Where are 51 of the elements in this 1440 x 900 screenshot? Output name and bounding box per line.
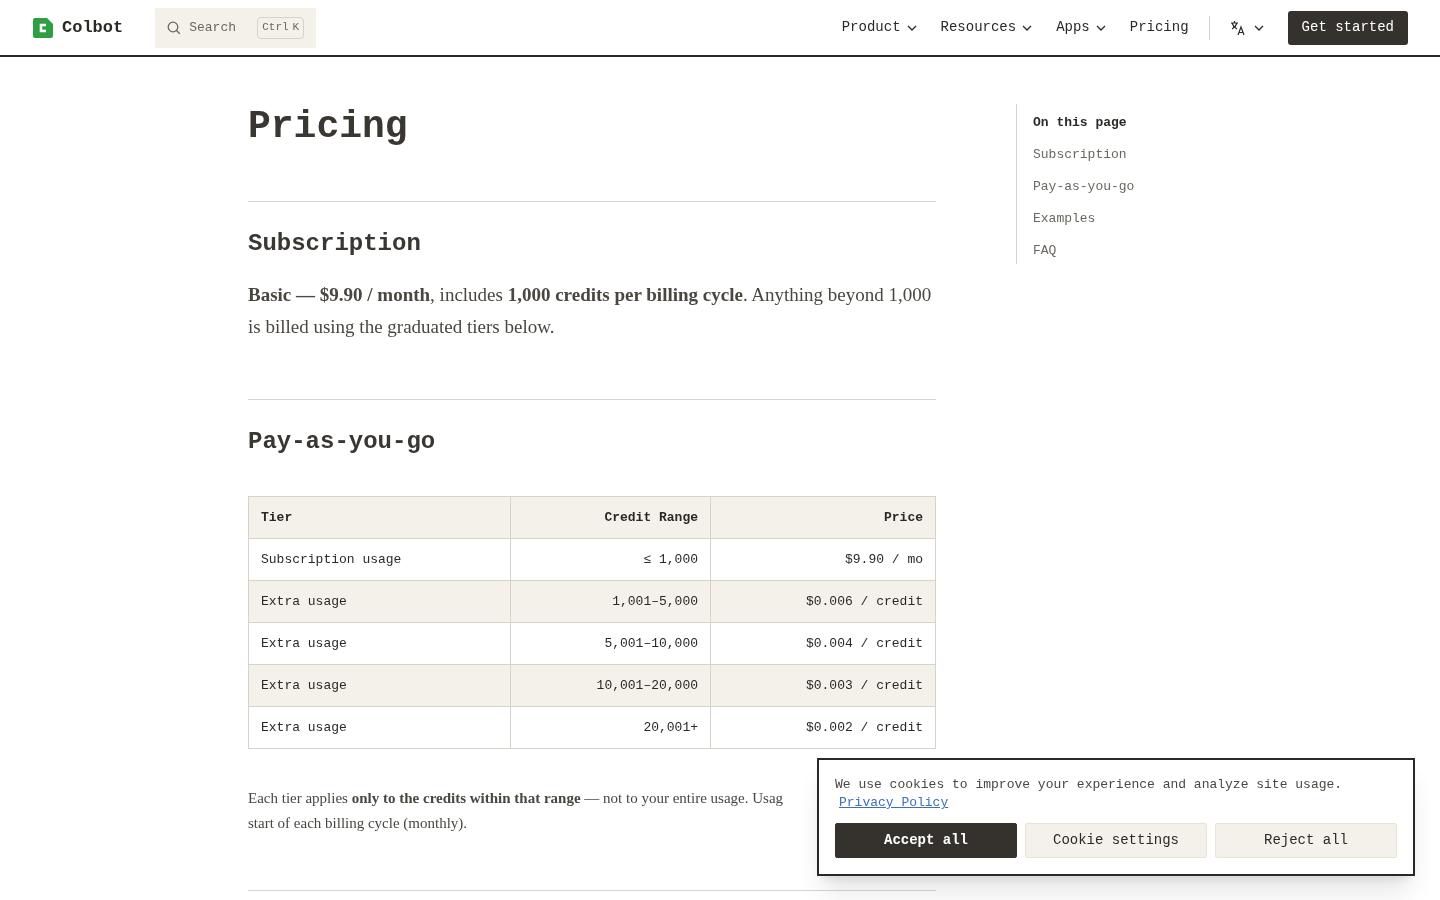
paragraph-line: start of each billing cycle (monthly).: [248, 814, 468, 833]
search-field[interactable]: Search Ctrl K: [155, 7, 317, 48]
table-cell: 10,001–20,000: [510, 664, 711, 707]
paragraph: Basic — $9.90 / month, includes 1,000 credits per billing cycle. Anything beyond 1,000 is billed using the graduated tiers below.: [248, 283, 933, 339]
cookie-message: We use cookies to improve your experience and analyze site usage.: [835, 777, 1343, 792]
table-cell: Extra usage: [248, 706, 511, 749]
column-header: Credit Range: [510, 496, 711, 539]
table-cell: Extra usage: [248, 580, 511, 623]
language-selector[interactable]: [1229, 19, 1264, 36]
table-cell: $0.004 / credit: [710, 622, 936, 665]
toc-link[interactable]: Subscription: [1033, 144, 1127, 166]
column-header: Price: [710, 496, 936, 539]
translate-icon: [1229, 19, 1246, 36]
toc-link[interactable]: FAQ: [1033, 240, 1057, 262]
search-placeholder: Search: [189, 18, 237, 37]
table-cell: $0.006 / credit: [710, 580, 936, 623]
logo-text[interactable]: Colbot: [62, 14, 124, 41]
table-cell: Extra usage: [248, 622, 511, 665]
chevron-down-icon: [1253, 24, 1264, 31]
toc-heading: On this page: [1033, 114, 1128, 132]
table-cell: ≤ 1,000: [510, 538, 711, 581]
cookie-button[interactable]: Reject all: [1215, 823, 1397, 858]
table-cell: $0.002 / credit: [710, 706, 936, 749]
section-heading: Subscription: [248, 229, 422, 259]
cookie-button[interactable]: Accept all: [835, 823, 1017, 858]
logo-icon: [32, 16, 54, 39]
get-started-button[interactable]: Get started: [1287, 10, 1408, 45]
table-cell: $9.90 / mo: [710, 538, 936, 581]
nav-link[interactable]: Product: [841, 17, 917, 38]
cookie-button[interactable]: Cookie settings: [1025, 823, 1207, 858]
privacy-policy-link[interactable]: Privacy Policy: [839, 795, 949, 810]
table-cell: Subscription usage: [248, 538, 511, 581]
nav-link[interactable]: Apps: [1056, 17, 1106, 38]
toc-link[interactable]: Pay-as-you-go: [1033, 176, 1135, 198]
shortcut-hint: Ctrl K: [257, 16, 305, 39]
toc-link[interactable]: Examples: [1033, 208, 1096, 230]
table-cell: 1,001–5,000: [510, 580, 711, 623]
paragraph-line: Each tier applies only to the credits within that range — not to your entire usage. Usag: [248, 789, 784, 808]
chevron-down-icon: [906, 24, 917, 31]
nav-link[interactable]: Pricing: [1129, 17, 1189, 38]
chevron-down-icon: [1022, 24, 1033, 31]
nav-link[interactable]: Resources: [940, 17, 1033, 38]
chevron-down-icon: [1095, 24, 1106, 31]
section-heading: Pay-as-you-go: [248, 427, 437, 457]
table-cell: $0.003 / credit: [710, 664, 936, 707]
table-cell: Extra usage: [248, 664, 511, 707]
page-title: Pricing: [248, 104, 409, 150]
column-header: Tier: [248, 496, 511, 539]
table-cell: 5,001–10,000: [510, 622, 711, 665]
table-cell: 20,001+: [510, 706, 711, 749]
search-icon: [167, 20, 182, 35]
